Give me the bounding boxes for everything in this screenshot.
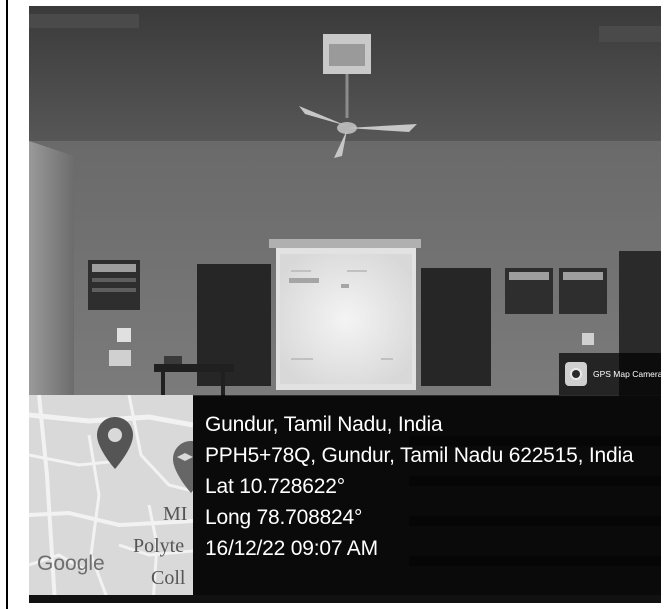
datetime-line: 16/12/22 09:07 AM bbox=[205, 537, 378, 560]
gps-badge-label: GPS Map Camera bbox=[593, 369, 663, 379]
latitude-line: Lat 10.728622° bbox=[205, 475, 345, 498]
map-place-label-line2: Polyte bbox=[133, 535, 185, 557]
longitude-line: Long 78.708824° bbox=[205, 506, 363, 529]
location-info-panel: Gundur, Tamil Nadu, India PPH5+78Q, Gund… bbox=[193, 395, 661, 595]
map-pin-icon bbox=[97, 417, 133, 469]
secondary-map-pin-icon bbox=[173, 441, 193, 493]
location-map-thumbnail: MI Polyte Coll Google bbox=[29, 395, 193, 603]
address-line: PPH5+78Q, Gundur, Tamil Nadu 622515, Ind… bbox=[205, 444, 634, 467]
google-logo: Google bbox=[37, 552, 105, 575]
map-place-label-line3: Coll bbox=[151, 567, 186, 589]
location-title: Gundur, Tamil Nadu, India bbox=[205, 413, 443, 436]
map-place-label-line1: MI bbox=[163, 503, 188, 525]
gps-map-camera-badge: GPS Map Camera bbox=[559, 353, 663, 395]
bottom-edge bbox=[29, 595, 661, 603]
left-border-line bbox=[6, 0, 8, 609]
photo-frame: MI Polyte Coll Google GPS Map Camera Gun… bbox=[0, 0, 665, 609]
camera-icon bbox=[565, 362, 587, 386]
